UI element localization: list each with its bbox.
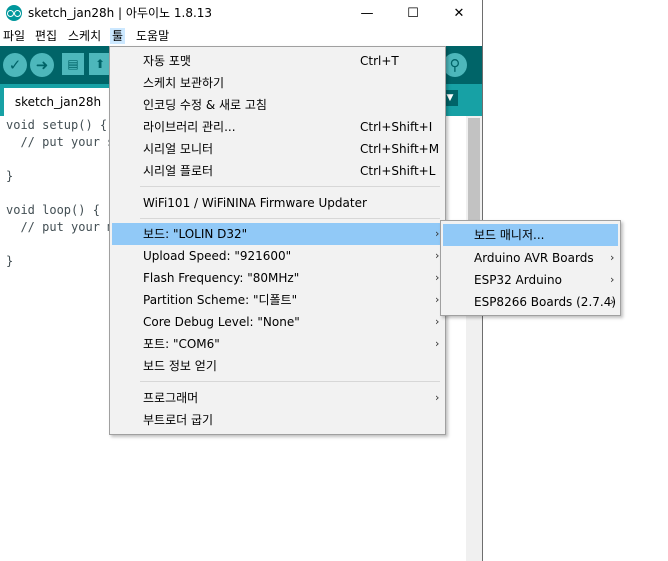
menu-separator <box>140 381 440 382</box>
submenu-arrow-icon: › <box>610 251 615 264</box>
menu-item-programmer[interactable]: 프로그래머 › <box>112 387 443 409</box>
tab-sketch[interactable]: sketch_jan28h <box>4 88 112 116</box>
code-line: void setup() { <box>6 118 108 132</box>
new-sketch-icon[interactable]: ▤ <box>62 53 84 75</box>
code-line: } <box>6 254 14 268</box>
code-line: void loop() { <box>6 203 100 217</box>
menu-item-fix-encoding[interactable]: 인코딩 수정 & 새로 고침 <box>112 94 443 116</box>
tools-menu: 자동 포맷 Ctrl+T 스케치 보관하기 인코딩 수정 & 새로 고침 라이브… <box>109 46 446 435</box>
menu-item-label: 포트: "COM6" <box>143 337 220 351</box>
minimize-button[interactable]: — <box>344 0 390 26</box>
menu-item-flash-frequency[interactable]: Flash Frequency: "80MHz" › <box>112 267 443 289</box>
menu-item-label: Upload Speed: "921600" <box>143 249 292 263</box>
menu-edit[interactable]: 편집 <box>33 28 59 44</box>
menu-bar: 파일 편집 스케치 툴 도움말 <box>0 26 482 46</box>
menu-item-manage-libraries[interactable]: 라이브러리 관리... Ctrl+Shift+I <box>112 116 443 138</box>
menu-item-label: 라이브러리 관리... <box>143 120 236 134</box>
menu-item-board-manager[interactable]: 보드 매니저... <box>443 224 618 246</box>
menu-item-label: Partition Scheme: "디폴트" <box>143 293 298 307</box>
menu-separator <box>140 186 440 187</box>
submenu-arrow-icon: › <box>435 391 440 404</box>
menu-item-label: 부트로더 굽기 <box>143 413 214 427</box>
submenu-arrow-icon: › <box>435 227 440 240</box>
close-button[interactable]: ✕ <box>436 0 482 26</box>
title-bar[interactable]: sketch_jan28h | 아두이노 1.8.13 — ☐ ✕ <box>0 0 482 26</box>
menu-item-shortcut: Ctrl+T <box>360 54 399 68</box>
menu-item-label: 보드 정보 얻기 <box>143 359 217 373</box>
submenu-arrow-icon: › <box>435 249 440 262</box>
menu-tools[interactable]: 툴 <box>110 28 126 44</box>
menu-sketch[interactable]: 스케치 <box>66 28 103 44</box>
menu-item-label: 인코딩 수정 & 새로 고침 <box>143 98 267 112</box>
menu-item-label: Core Debug Level: "None" <box>143 315 300 329</box>
menu-item-label: ESP32 Arduino <box>474 273 562 287</box>
menu-item-label: WiFi101 / WiFiNINA Firmware Updater <box>143 196 367 210</box>
menu-item-label: 시리얼 플로터 <box>143 164 214 178</box>
menu-item-label: ESP8266 Boards (2.7.4) <box>474 295 617 309</box>
menu-item-label: 보드: "LOLIN D32" <box>143 227 248 241</box>
menu-item-upload-speed[interactable]: Upload Speed: "921600" › <box>112 245 443 267</box>
menu-item-board[interactable]: 보드: "LOLIN D32" › <box>112 223 443 245</box>
window-title: sketch_jan28h | 아두이노 1.8.13 <box>28 6 213 20</box>
menu-item-archive-sketch[interactable]: 스케치 보관하기 <box>112 72 443 94</box>
submenu-arrow-icon: › <box>610 295 615 308</box>
menu-item-board-info[interactable]: 보드 정보 얻기 <box>112 355 443 377</box>
verify-icon[interactable]: ✓ <box>3 53 27 77</box>
submenu-arrow-icon: › <box>610 273 615 286</box>
menu-item-label: 보드 매니저... <box>474 228 545 242</box>
menu-item-esp32-arduino[interactable]: ESP32 Arduino › <box>443 269 618 291</box>
menu-item-serial-monitor[interactable]: 시리얼 모니터 Ctrl+Shift+M <box>112 138 443 160</box>
submenu-arrow-icon: › <box>435 293 440 306</box>
menu-item-auto-format[interactable]: 자동 포맷 Ctrl+T <box>112 50 443 72</box>
code-line: // put your s <box>6 135 115 149</box>
menu-item-label: 자동 포맷 <box>143 54 191 68</box>
editor-scrollbar[interactable] <box>466 116 482 561</box>
maximize-button[interactable]: ☐ <box>390 0 436 26</box>
menu-item-shortcut: Ctrl+Shift+M <box>360 142 440 156</box>
menu-item-label: 스케치 보관하기 <box>143 76 225 90</box>
menu-item-port[interactable]: 포트: "COM6" › <box>112 333 443 355</box>
menu-item-esp8266-boards[interactable]: ESP8266 Boards (2.7.4) › <box>443 291 618 313</box>
menu-item-label: Flash Frequency: "80MHz" <box>143 271 300 285</box>
menu-item-core-debug-level[interactable]: Core Debug Level: "None" › <box>112 311 443 333</box>
menu-item-shortcut: Ctrl+Shift+L <box>360 164 436 178</box>
upload-icon[interactable]: ➜ <box>30 53 54 77</box>
code-line: // put your m <box>6 220 115 234</box>
submenu-arrow-icon: › <box>435 315 440 328</box>
menu-item-firmware-updater[interactable]: WiFi101 / WiFiNINA Firmware Updater <box>112 192 443 214</box>
menu-item-partition-scheme[interactable]: Partition Scheme: "디폴트" › <box>112 289 443 311</box>
menu-separator <box>140 218 440 219</box>
submenu-arrow-icon: › <box>435 337 440 350</box>
menu-help[interactable]: 도움말 <box>134 28 171 44</box>
menu-file[interactable]: 파일 <box>1 28 27 44</box>
menu-item-label: Arduino AVR Boards <box>474 251 594 265</box>
menu-item-arduino-avr-boards[interactable]: Arduino AVR Boards › <box>443 247 618 269</box>
code-line: } <box>6 169 14 183</box>
open-sketch-icon[interactable]: ⬆ <box>89 53 111 75</box>
board-submenu: 보드 매니저... Arduino AVR Boards › ESP32 Ard… <box>440 220 621 316</box>
serial-monitor-icon[interactable]: ⚲ <box>443 53 467 77</box>
menu-item-label: 시리얼 모니터 <box>143 142 214 156</box>
menu-item-burn-bootloader[interactable]: 부트로더 굽기 <box>112 409 443 431</box>
arduino-logo-icon <box>6 5 22 21</box>
submenu-arrow-icon: › <box>435 271 440 284</box>
menu-item-shortcut: Ctrl+Shift+I <box>360 120 433 134</box>
menu-item-serial-plotter[interactable]: 시리얼 플로터 Ctrl+Shift+L <box>112 160 443 182</box>
menu-item-label: 프로그래머 <box>143 391 199 405</box>
